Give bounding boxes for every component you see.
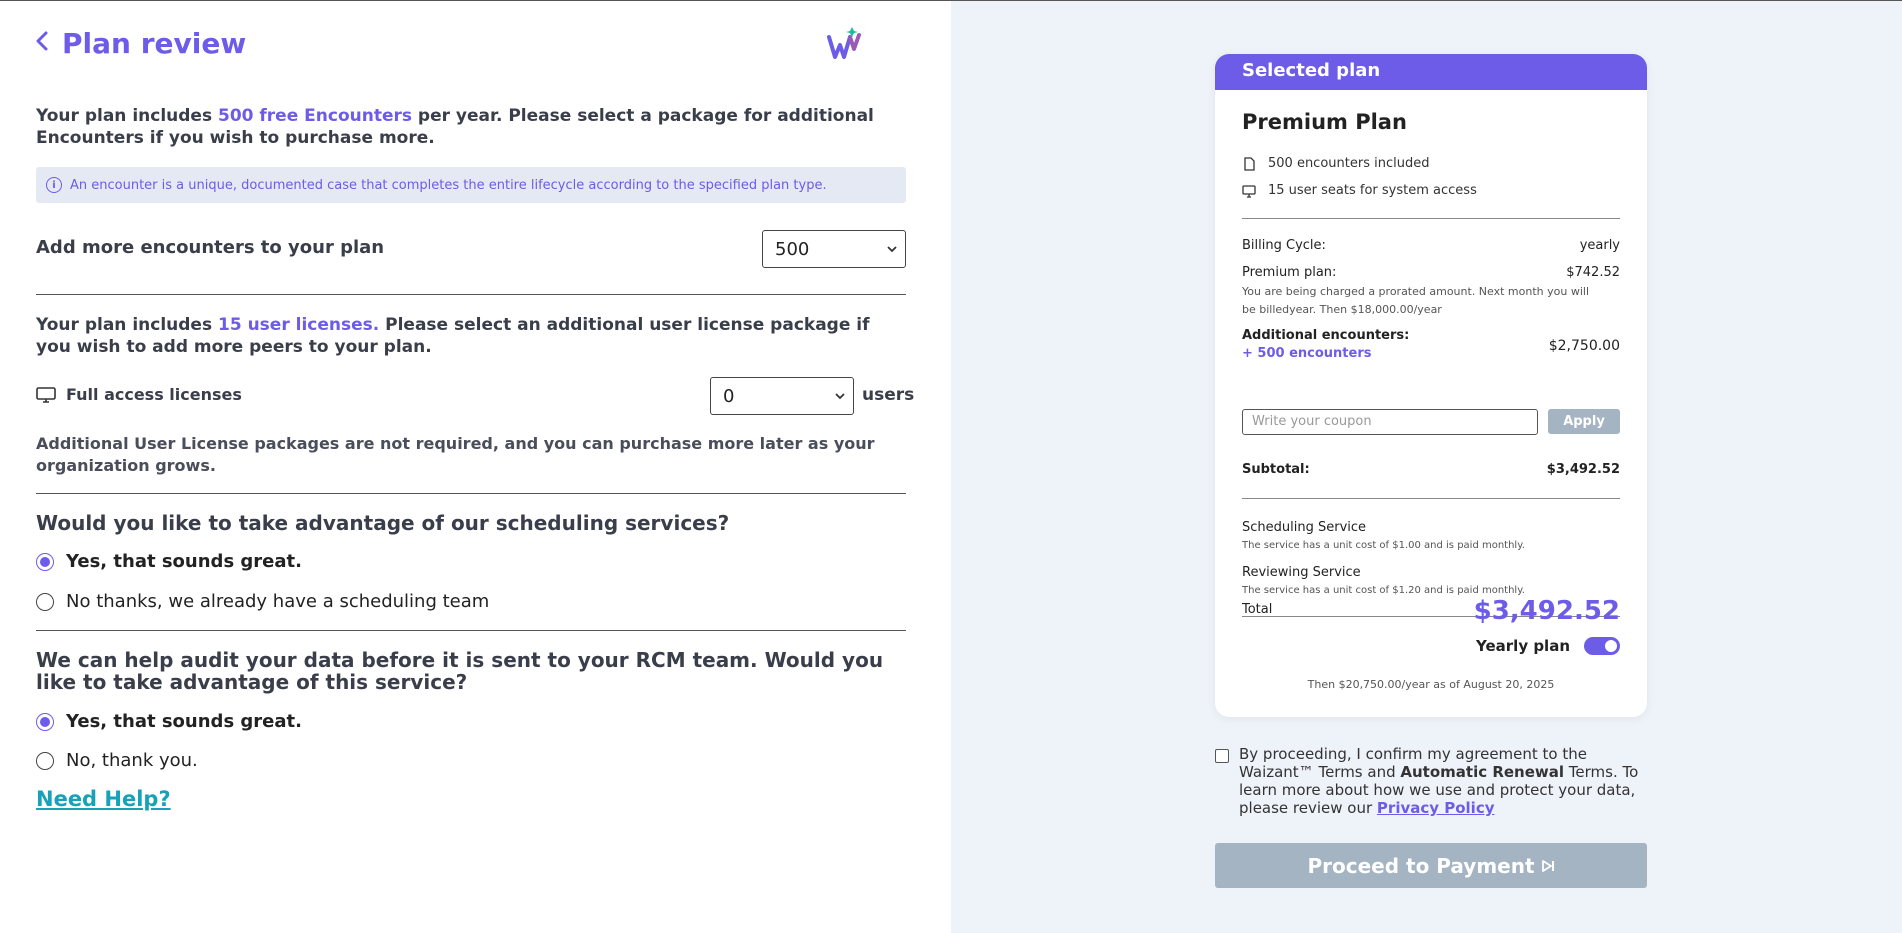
- plan-review-panel: Plan review Your plan includes 500 free …: [0, 1, 951, 933]
- feature-seats-text: 15 user seats for system access: [1268, 183, 1477, 198]
- feature-encounters-text: 500 encounters included: [1268, 156, 1430, 171]
- premium-plan-row: Premium plan: $742.52: [1242, 265, 1620, 280]
- document-icon: [1244, 156, 1255, 171]
- agreement-checkbox[interactable]: [1215, 749, 1229, 763]
- licenses-select-value: 0: [723, 385, 735, 407]
- encounters-select-value: 500: [775, 238, 810, 260]
- scheduling-option-yes[interactable]: Yes, that sounds great.: [36, 551, 302, 572]
- premium-plan-label: Premium plan:: [1242, 265, 1337, 280]
- play-skip-icon: [1541, 859, 1554, 872]
- billing-cycle-label: Billing Cycle:: [1242, 238, 1326, 253]
- licenses-note: Additional User License packages are not…: [36, 434, 875, 475]
- chevron-down-icon: [887, 242, 897, 256]
- divider: [36, 493, 906, 494]
- total-value: $3,492.52: [1473, 596, 1620, 626]
- total-label: Total: [1242, 602, 1273, 617]
- prorated-note: You are being charged a prorated amount.…: [1242, 285, 1589, 316]
- back-chevron-icon[interactable]: [34, 30, 50, 57]
- audit-option-yes[interactable]: Yes, that sounds great.: [36, 711, 302, 732]
- encounters-intro-text: Your plan includes: [36, 106, 218, 126]
- radio-unchecked[interactable]: [36, 751, 54, 770]
- licenses-intro-text: Your plan includes: [36, 315, 218, 335]
- audit-option-no-label: No, thank you.: [66, 750, 198, 771]
- need-help-link[interactable]: Need Help?: [36, 787, 171, 811]
- billing-cycle-row: Billing Cycle: yearly: [1242, 238, 1620, 253]
- user-licenses-highlight: 15 user licenses.: [218, 315, 380, 335]
- encounters-intro: Your plan includes 500 free Encounters p…: [36, 105, 906, 149]
- reviewing-service-title: Reviewing Service: [1242, 565, 1361, 580]
- page-header: Plan review: [34, 27, 246, 60]
- proceed-to-payment-button[interactable]: Proceed to Payment: [1215, 843, 1647, 888]
- full-access-licenses-row: Full access licenses: [36, 385, 242, 404]
- full-access-licenses-label: Full access licenses: [66, 385, 242, 404]
- yearly-plan-toggle-row: Yearly plan: [1476, 637, 1620, 655]
- additional-encounters-price: $2,750.00: [1242, 338, 1620, 354]
- users-unit-label: users: [862, 385, 915, 405]
- chevron-down-icon: [835, 389, 845, 403]
- agreement-text: By proceeding, I confirm my agreement to…: [1239, 745, 1655, 817]
- monitor-icon: [1242, 184, 1256, 198]
- audit-option-no[interactable]: No, thank you.: [36, 750, 198, 771]
- billing-cycle-value: yearly: [1579, 238, 1620, 253]
- page-title: Plan review: [62, 27, 247, 60]
- scheduling-option-no-label: No thanks, we already have a scheduling …: [66, 591, 490, 612]
- scheduling-option-no[interactable]: No thanks, we already have a scheduling …: [36, 591, 489, 612]
- add-encounters-label: Add more encounters to your plan: [36, 237, 385, 258]
- radio-checked[interactable]: [36, 552, 54, 571]
- plan-name: Premium Plan: [1242, 110, 1407, 134]
- subtotal-value: $3,492.52: [1546, 462, 1620, 477]
- divider: [36, 630, 906, 631]
- scheduling-service-title: Scheduling Service: [1242, 520, 1367, 535]
- monitor-icon: [36, 386, 56, 403]
- proceed-to-payment-label: Proceed to Payment: [1307, 853, 1535, 878]
- licenses-intro: Your plan includes 15 user licenses. Ple…: [36, 314, 906, 358]
- encounter-info-banner: i An encounter is a unique, documented c…: [36, 167, 906, 203]
- divider: [1242, 218, 1620, 219]
- subtotal-row: Subtotal: $3,492.52: [1242, 462, 1620, 477]
- audit-question: We can help audit your data before it is…: [36, 648, 884, 694]
- encounters-select[interactable]: 500: [762, 230, 906, 268]
- divider: [1242, 498, 1620, 499]
- waizant-logo: [827, 27, 861, 59]
- yearly-plan-label: Yearly plan: [1476, 637, 1570, 655]
- scheduling-service-desc: The service has a unit cost of $1.00 and…: [1242, 540, 1525, 551]
- scheduling-question: Would you like to take advantage of our …: [36, 511, 730, 535]
- info-icon: i: [46, 177, 62, 193]
- premium-plan-value: $742.52: [1566, 265, 1620, 280]
- subtotal-label: Subtotal:: [1242, 462, 1310, 477]
- selected-plan-card: Selected plan Premium Plan 500 encounter…: [1215, 54, 1647, 717]
- feature-seats: 15 user seats for system access: [1242, 183, 1477, 198]
- coupon-input[interactable]: Write your coupon: [1242, 409, 1538, 435]
- apply-coupon-button[interactable]: Apply: [1548, 409, 1620, 434]
- scheduling-option-yes-label: Yes, that sounds great.: [66, 551, 302, 572]
- card-header: Selected plan: [1215, 54, 1647, 90]
- audit-option-yes-label: Yes, that sounds great.: [66, 711, 302, 732]
- free-encounters-highlight: 500 free Encounters: [218, 106, 412, 126]
- radio-checked[interactable]: [36, 712, 54, 731]
- renewal-note: Then $20,750.00/year as of August 20, 20…: [1307, 678, 1555, 691]
- summary-panel: Selected plan Premium Plan 500 encounter…: [951, 1, 1902, 933]
- automatic-renewal-text: Automatic Renewal: [1400, 763, 1565, 781]
- agreement: By proceeding, I confirm my agreement to…: [1215, 745, 1655, 817]
- yearly-plan-toggle[interactable]: [1584, 637, 1620, 655]
- divider: [36, 294, 906, 295]
- info-text: An encounter is a unique, documented cas…: [70, 177, 827, 193]
- licenses-select[interactable]: 0: [710, 377, 854, 415]
- additional-encounters-value: $2,750.00: [1548, 338, 1620, 354]
- feature-encounters: 500 encounters included: [1242, 156, 1429, 171]
- privacy-policy-link[interactable]: Privacy Policy: [1377, 799, 1495, 817]
- radio-unchecked[interactable]: [36, 592, 54, 611]
